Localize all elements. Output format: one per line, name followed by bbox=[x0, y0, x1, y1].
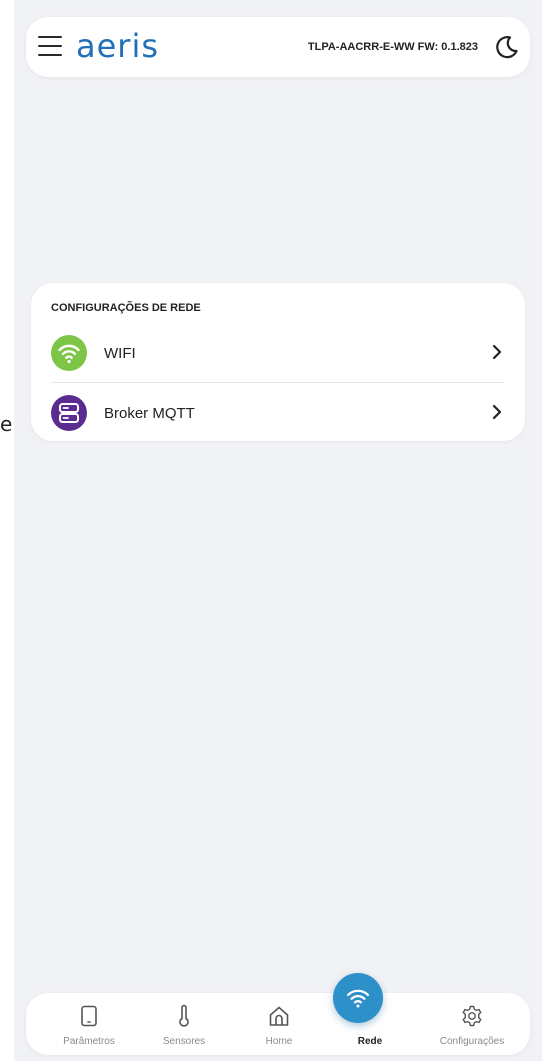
row-divider bbox=[51, 382, 505, 383]
nav-parametros[interactable]: Parâmetros bbox=[44, 993, 134, 1055]
gear-icon bbox=[460, 1004, 484, 1028]
bottom-navigation: Parâmetros Sensores Home Rede Configuraç… bbox=[26, 993, 530, 1055]
nav-label: Parâmetros bbox=[63, 1036, 115, 1047]
chevron-right-icon bbox=[491, 343, 503, 361]
network-settings-card: CONFIGURAÇÕES DE REDE WIFI Broker MQTT bbox=[31, 283, 525, 441]
wifi-icon bbox=[346, 989, 370, 1008]
broker-mqtt-row[interactable]: Broker MQTT bbox=[31, 387, 525, 439]
nav-label: Configurações bbox=[439, 1036, 505, 1047]
rede-fab-button[interactable] bbox=[333, 973, 383, 1023]
app-header: aeris TLPA-AACRR-E-WW FW: 0.1.823 bbox=[26, 17, 530, 77]
app-logo: aeris bbox=[76, 27, 160, 65]
wifi-row[interactable]: WIFI bbox=[31, 327, 525, 379]
app-screen: aeris TLPA-AACRR-E-WW FW: 0.1.823 CONFIG… bbox=[14, 0, 542, 1061]
stray-character: e bbox=[0, 412, 13, 436]
wifi-label: WIFI bbox=[104, 345, 136, 362]
thermometer-icon bbox=[172, 1004, 196, 1028]
wifi-icon bbox=[51, 335, 87, 371]
nav-label: Home bbox=[265, 1036, 293, 1047]
hamburger-icon[interactable] bbox=[38, 36, 62, 56]
nav-label: Rede bbox=[357, 1036, 383, 1047]
moon-icon[interactable] bbox=[492, 33, 520, 61]
nav-home[interactable]: Home bbox=[234, 993, 324, 1055]
tablet-icon bbox=[77, 1004, 101, 1028]
home-icon bbox=[267, 1004, 291, 1028]
left-gutter bbox=[0, 0, 14, 1061]
nav-configuracoes[interactable]: Configurações bbox=[427, 993, 517, 1055]
broker-mqtt-label: Broker MQTT bbox=[104, 405, 195, 422]
chevron-right-icon bbox=[491, 403, 503, 421]
nav-label: Sensores bbox=[162, 1036, 206, 1047]
server-icon bbox=[51, 395, 87, 431]
card-title: CONFIGURAÇÕES DE REDE bbox=[51, 302, 201, 314]
nav-sensores[interactable]: Sensores bbox=[139, 993, 229, 1055]
device-info: TLPA-AACRR-E-WW FW: 0.1.823 bbox=[307, 41, 478, 53]
